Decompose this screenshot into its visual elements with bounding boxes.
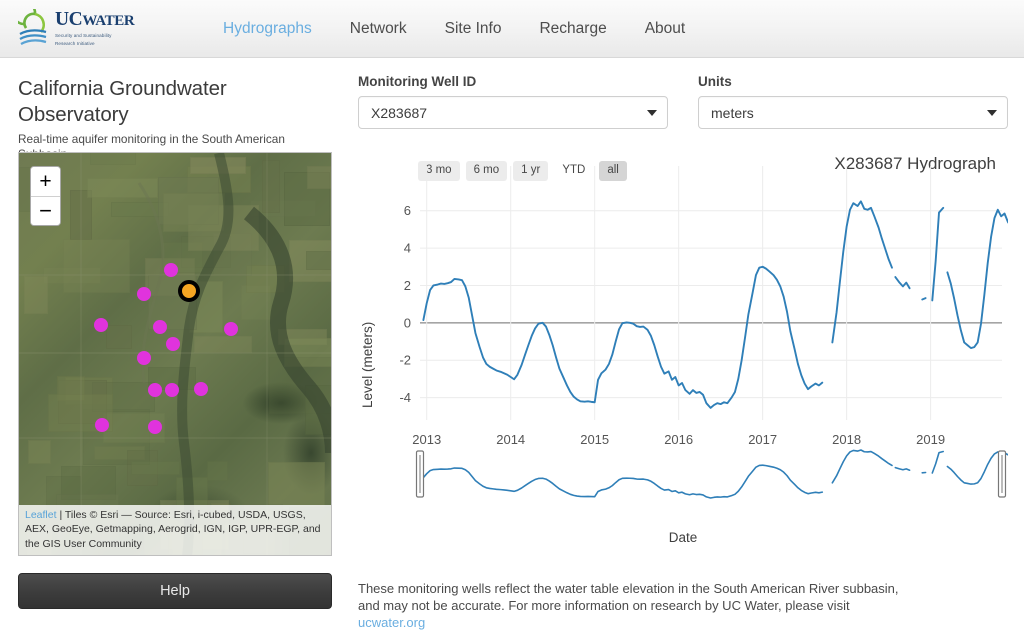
map-marker[interactable] (164, 263, 178, 277)
top-navbar: UCWATER Security and Sustainability Rese… (0, 0, 1024, 58)
footnote-text: These monitoring wells reflect the water… (358, 581, 899, 613)
brand-title-uc: UC (55, 9, 82, 30)
map-attribution: Leaflet | Tiles © Esri — Source: Esri, i… (19, 505, 331, 556)
brand-subtitle-line1: Security and Sustainability (55, 33, 134, 39)
chart-series-line (932, 208, 943, 301)
well-location-map[interactable]: + − Leaflet | Tiles © Esri — Source: Esr… (18, 152, 332, 556)
well-id-control: Monitoring Well ID X283687 (358, 74, 668, 129)
chart-plot[interactable]: -4 -2 0 2 4 6 2013 2014 2015 2016 2017 2018 2019 (358, 150, 1008, 560)
chart-x-axis-label: Date (358, 530, 1008, 545)
chevron-down-icon (647, 110, 657, 116)
map-zoom-in-button[interactable]: + (31, 167, 60, 196)
well-id-value: X283687 (371, 105, 647, 121)
units-control: Units meters (698, 74, 1008, 129)
chart-series-line (895, 277, 909, 288)
chart-x-tick-label: 2013 (412, 432, 441, 447)
chart-x-tick-label: 2014 (496, 432, 525, 447)
map-marker[interactable] (137, 351, 151, 365)
map-marker[interactable] (224, 322, 238, 336)
brand-title: UCWATER (55, 10, 134, 31)
chart-series-line (922, 298, 925, 299)
nav-item-site-info[interactable]: Site Info (426, 12, 521, 46)
chart-y-tick-label: -2 (399, 353, 411, 368)
map-marker[interactable] (194, 382, 208, 396)
chart-x-tick-label: 2018 (832, 432, 861, 447)
chart-y-tick-label: -4 (399, 390, 411, 405)
chart-x-tick-label: 2016 (664, 432, 693, 447)
range-slider-line (832, 450, 892, 483)
chevron-down-icon (987, 110, 997, 116)
footnote: These monitoring wells reflect the water… (358, 580, 918, 631)
map-marker-selected[interactable] (178, 280, 200, 302)
brand-logo[interactable]: UCWATER Security and Sustainability Rese… (18, 6, 168, 52)
map-marker[interactable] (153, 320, 167, 334)
chart-series-line (832, 201, 892, 342)
range-slider-line (932, 452, 943, 474)
chart-x-tick-label: 2019 (916, 432, 945, 447)
units-label: Units (698, 74, 1008, 89)
map-marker[interactable] (94, 318, 108, 332)
brand-title-water: WATER (82, 13, 134, 29)
chart-controls: Monitoring Well ID X283687 Units meters (358, 74, 1008, 129)
brand-subtitle-line2: Research Initiative (55, 41, 134, 47)
map-river-overlay (19, 153, 332, 556)
nav-links: Hydrographs Network Site Info Recharge A… (204, 12, 704, 46)
map-marker[interactable] (95, 418, 109, 432)
units-select[interactable]: meters (698, 96, 1008, 129)
chart-y-tick-label: 6 (404, 203, 411, 218)
help-button[interactable]: Help (18, 573, 332, 609)
well-id-select[interactable]: X283687 (358, 96, 668, 129)
chart-series-line (947, 210, 1008, 348)
chart-y-tick-label: 2 (404, 278, 411, 293)
intro-block: California Groundwater Observatory Real-… (18, 76, 332, 161)
nav-item-recharge[interactable]: Recharge (520, 12, 625, 46)
leaflet-link[interactable]: Leaflet (25, 509, 57, 521)
map-zoom-controls[interactable]: + − (30, 166, 61, 226)
range-slider-line (423, 465, 822, 498)
range-slider-line (895, 468, 909, 471)
chart-x-tick-label: 2015 (580, 432, 609, 447)
well-id-label: Monitoring Well ID (358, 74, 668, 89)
nav-item-about[interactable]: About (626, 12, 705, 46)
water-swirl-logo-icon (18, 9, 52, 49)
chart-x-tick-label: 2017 (748, 432, 777, 447)
map-marker[interactable] (165, 383, 179, 397)
chart-y-tick-label: 4 (404, 241, 411, 256)
brand-text: UCWATER Security and Sustainability Rese… (55, 10, 134, 46)
nav-item-hydrographs[interactable]: Hydrographs (204, 12, 331, 46)
chart-y-tick-label: 0 (404, 315, 411, 330)
page-title: California Groundwater Observatory (18, 76, 332, 128)
map-tiles (19, 153, 331, 555)
units-value: meters (711, 105, 987, 121)
map-attribution-text: | Tiles © Esri — Source: Esri, i-cubed, … (25, 509, 321, 550)
map-marker[interactable] (148, 383, 162, 397)
map-zoom-out-button[interactable]: − (31, 196, 60, 225)
ucwater-link[interactable]: ucwater.org (358, 615, 425, 630)
map-marker[interactable] (166, 337, 180, 351)
hydrograph-chart: 3 mo 6 mo 1 yr YTD all X283687 Hydrograp… (358, 150, 1008, 560)
map-marker[interactable] (137, 287, 151, 301)
map-marker[interactable] (148, 420, 162, 434)
nav-item-network[interactable]: Network (331, 12, 426, 46)
